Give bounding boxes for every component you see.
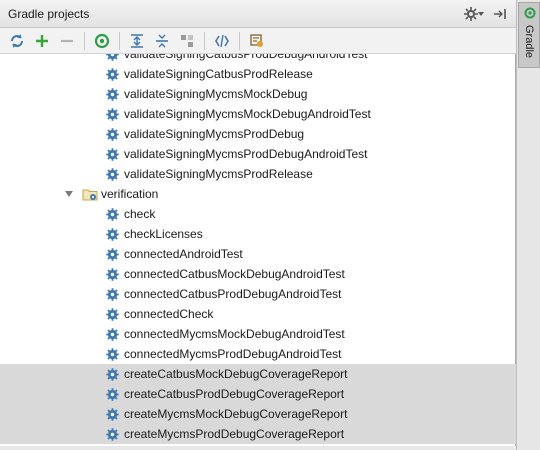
- task-gear-icon: [106, 407, 119, 421]
- task-item-selected[interactable]: createCatbusProdDebugCoverageReport: [0, 384, 516, 404]
- collapse-all-icon[interactable]: [151, 30, 173, 52]
- task-gear-icon: [106, 247, 119, 261]
- task-item-selected[interactable]: createMycmsMockDebugCoverageReport: [0, 404, 516, 424]
- gradle-panel: Gradle projects validateSigningCatbusPro…: [0, 0, 516, 450]
- task-item[interactable]: check: [0, 204, 516, 224]
- hide-panel-icon[interactable]: [490, 4, 510, 24]
- gradle-elephant-icon: [524, 7, 536, 19]
- task-label: createMycmsProdDebugCoverageReport: [124, 427, 345, 441]
- gradle-tab-label: Gradle: [523, 25, 535, 59]
- task-gear-icon: [106, 267, 119, 281]
- remove-icon[interactable]: [56, 30, 78, 52]
- toggle-offline-icon[interactable]: [211, 30, 233, 52]
- task-gear-icon: [106, 127, 119, 141]
- toolbar-separator: [204, 31, 205, 50]
- gradle-tool-tab[interactable]: Gradle: [518, 2, 540, 68]
- task-item[interactable]: validateSigningMycmsMockDebug: [0, 84, 516, 104]
- task-label: connectedCatbusMockDebugAndroidTest: [124, 267, 345, 281]
- task-item[interactable]: connectedAndroidTest: [0, 244, 516, 264]
- settings-icon[interactable]: [464, 4, 484, 24]
- task-gear-icon: [106, 167, 119, 181]
- task-label: createMycmsMockDebugCoverageReport: [124, 407, 348, 421]
- task-gear-icon: [106, 367, 119, 381]
- task-label: validateSigningMycmsMockDebugAndroidTest: [124, 107, 371, 121]
- task-item[interactable]: validateSigningMycmsProdRelease: [0, 164, 516, 184]
- task-item[interactable]: connectedCatbusMockDebugAndroidTest: [0, 264, 516, 284]
- task-item[interactable]: connectedMycmsMockDebugAndroidTest: [0, 324, 516, 344]
- refresh-icon[interactable]: [6, 30, 28, 52]
- task-label: connectedCatbusProdDebugAndroidTest: [124, 287, 342, 301]
- task-label: connectedMycmsProdDebugAndroidTest: [124, 347, 342, 361]
- task-label: validateSigningMycmsMockDebug: [124, 87, 308, 101]
- right-tool-strip: Gradle: [516, 0, 540, 450]
- task-label: validateSigningCatbusProdRelease: [124, 67, 313, 81]
- task-item[interactable]: validateSigningMycmsProdDebugAndroidTest: [0, 144, 516, 164]
- panel-titlebar: Gradle projects: [0, 0, 516, 28]
- task-label: validateSigningMycmsProdDebugAndroidTest: [124, 147, 368, 161]
- task-gear-icon: [106, 387, 119, 401]
- task-gear-icon: [106, 54, 119, 61]
- gradle-settings-icon[interactable]: [246, 30, 268, 52]
- task-item[interactable]: checkLicenses: [0, 224, 516, 244]
- toolbar-separator: [84, 31, 85, 50]
- toolbar-separator: [119, 31, 120, 50]
- task-label: validateSigningCatbusProdDebugAndroidTes…: [124, 54, 368, 61]
- task-item[interactable]: validateSigningCatbusProdRelease: [0, 64, 516, 84]
- task-item-selected[interactable]: createCatbusMockDebugCoverageReport: [0, 364, 516, 384]
- add-icon[interactable]: [31, 30, 53, 52]
- task-gear-icon: [106, 67, 119, 81]
- task-gear-icon: [106, 287, 119, 301]
- task-label: validateSigningMycmsProdRelease: [124, 167, 313, 181]
- expand-all-icon[interactable]: [126, 30, 148, 52]
- task-group-folder-icon: [82, 189, 98, 201]
- panel-title: Gradle projects: [8, 7, 90, 21]
- task-item[interactable]: connectedMycmsProdDebugAndroidTest: [0, 344, 516, 364]
- toolbar-separator: [239, 31, 240, 50]
- task-item[interactable]: validateSigningCatbusProdDebugAndroidTes…: [0, 54, 516, 64]
- task-item[interactable]: connectedCatbusProdDebugAndroidTest: [0, 284, 516, 304]
- task-gear-icon: [106, 87, 119, 101]
- task-group-label: verification: [101, 187, 159, 201]
- task-item[interactable]: validateSigningMycmsMockDebugAndroidTest: [0, 104, 516, 124]
- task-label: connectedCheck: [124, 307, 214, 321]
- task-gear-icon: [106, 427, 119, 441]
- task-gear-icon: [106, 147, 119, 161]
- task-gear-icon: [106, 207, 119, 221]
- task-label: checkLicenses: [124, 227, 203, 241]
- task-label: createCatbusProdDebugCoverageReport: [124, 387, 345, 401]
- group-modules-icon[interactable]: [176, 30, 198, 52]
- horizontal-scrollbar[interactable]: [0, 446, 516, 450]
- gradle-toolbar: [0, 28, 516, 54]
- task-item[interactable]: validateSigningMycmsProdDebug: [0, 124, 516, 144]
- task-gear-icon: [106, 107, 119, 121]
- task-label: check: [124, 207, 156, 221]
- task-gear-icon: [106, 347, 119, 361]
- task-item-selected[interactable]: createMycmsProdDebugCoverageReport: [0, 424, 516, 444]
- expand-arrow-icon[interactable]: [64, 189, 74, 199]
- task-gear-icon: [106, 327, 119, 341]
- run-task-icon[interactable]: [91, 30, 113, 52]
- task-gear-icon: [106, 307, 119, 321]
- task-label: connectedAndroidTest: [124, 247, 243, 261]
- task-gear-icon: [106, 227, 119, 241]
- task-label: createCatbusMockDebugCoverageReport: [124, 367, 348, 381]
- task-item[interactable]: connectedCheck: [0, 304, 516, 324]
- task-group-verification[interactable]: verification: [0, 184, 516, 204]
- task-label: connectedMycmsMockDebugAndroidTest: [124, 327, 345, 341]
- task-label: validateSigningMycmsProdDebug: [124, 127, 305, 141]
- task-tree: validateSigningCatbusProdDebugAndroidTes…: [0, 54, 516, 450]
